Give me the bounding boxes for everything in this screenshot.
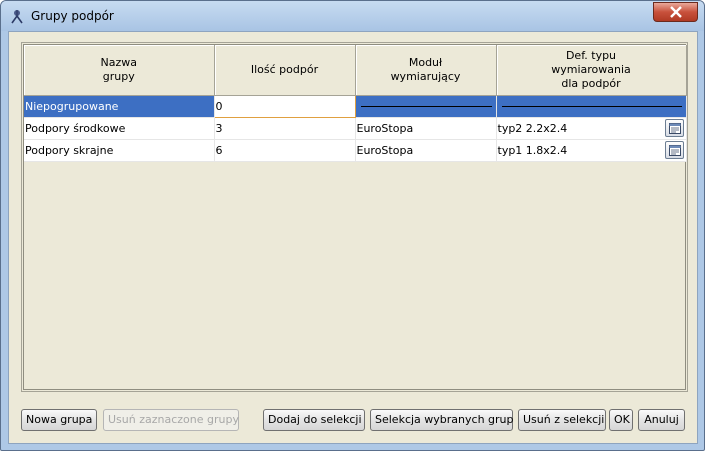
cell-def-type[interactable]: typ1 1.8x2.4 [496,139,687,162]
empty-value-line [501,105,682,107]
new-group-button[interactable]: Nowa grupa [21,409,97,431]
delete-selected-groups-button[interactable]: Usuń zaznaczone grupy [103,409,239,431]
table-edit-icon [668,122,681,134]
cell-name[interactable]: Podpory skrajne [24,139,215,162]
cell-name[interactable]: Niepogrupowane [24,95,215,118]
empty-value-line [360,105,492,107]
column-header-name[interactable]: Nazwa grupy [24,45,215,96]
cell-def-type[interactable]: typ2 2.2x2.4 [496,117,687,140]
cell-module[interactable]: EuroStopa [355,117,497,140]
cell-module[interactable] [355,95,497,118]
groups-panel: Nazwa grupy Ilość podpór Moduł wymiarują… [21,42,688,392]
groups-table-area[interactable]: Nazwa grupy Ilość podpór Moduł wymiarują… [23,44,687,390]
column-header-module[interactable]: Moduł wymiarujący [355,45,497,96]
title-bar[interactable]: Grupy podpór [1,1,704,31]
groups-table: Nazwa grupy Ilość podpór Moduł wymiarują… [24,45,687,162]
cell-def-type[interactable] [496,95,687,118]
add-to-selection-button[interactable]: Dodaj do selekcji [263,409,365,431]
table-header-row: Nazwa grupy Ilość podpór Moduł wymiarują… [24,45,687,96]
cell-count[interactable]: 6 [214,139,356,162]
cell-module[interactable]: EuroStopa [355,139,497,162]
dialog-window: Grupy podpór Nazwa grupy Ilość podpór Mo… [0,0,705,451]
column-header-count[interactable]: Ilość podpór [214,45,356,96]
cell-count-editor[interactable]: 0 [213,94,356,118]
close-icon [670,6,682,18]
ok-button[interactable]: OK [609,409,633,431]
window-title: Grupy podpór [31,9,114,23]
table-row[interactable]: Podpory skrajne 6 EuroStopa typ1 1.8x2.4 [24,139,687,162]
table-edit-icon [668,144,681,156]
edit-def-type-button[interactable] [664,140,684,159]
remove-from-selection-button[interactable]: Usuń z selekcji [518,409,606,431]
cell-count[interactable]: 3 [214,117,356,140]
cell-name[interactable]: Podpory środkowe [24,117,215,140]
app-icon [11,10,23,24]
select-chosen-groups-button[interactable]: Selekcja wybranych grup [370,409,514,431]
table-row[interactable]: Niepogrupowane 0 [24,94,687,118]
cancel-button[interactable]: Anuluj [638,409,685,431]
close-button[interactable] [653,2,698,22]
def-type-value: typ1 1.8x2.4 [497,143,568,157]
dialog-client-area: Nazwa grupy Ilość podpór Moduł wymiarują… [8,31,698,444]
column-header-def-type[interactable]: Def. typu wymiarowania dla podpór [496,45,687,96]
table-row[interactable]: Podpory środkowe 3 EuroStopa typ2 2.2x2.… [24,117,687,140]
edit-def-type-button[interactable] [664,118,684,137]
def-type-value: typ2 2.2x2.4 [497,121,568,135]
